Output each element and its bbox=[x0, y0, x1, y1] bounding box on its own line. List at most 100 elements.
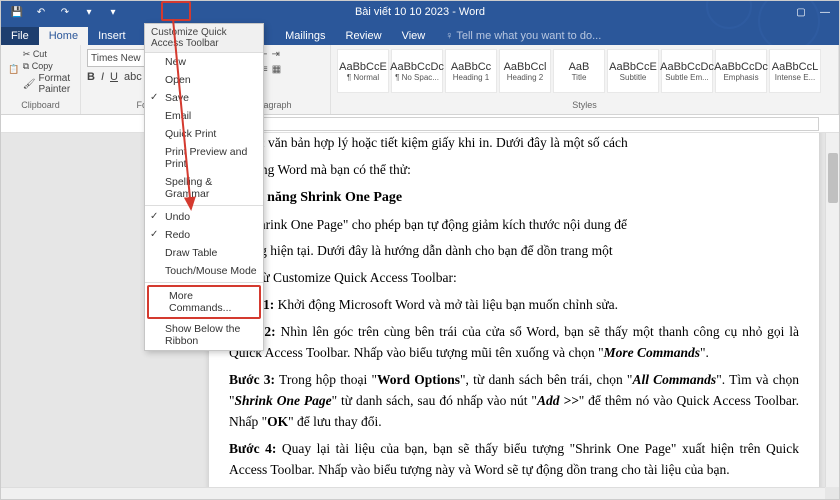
indent-button[interactable]: ⇥ bbox=[271, 49, 279, 60]
menu-item-save[interactable]: Save bbox=[145, 89, 263, 107]
doc-text: Trong hộp thoại " bbox=[275, 372, 377, 387]
doc-bold: OK bbox=[267, 414, 288, 429]
tell-me-box[interactable]: ♀ Tell me what you want to do... bbox=[435, 27, 611, 45]
doc-emph: Add >> bbox=[537, 393, 579, 408]
group-styles-label: Styles bbox=[337, 98, 832, 110]
style-heading-1[interactable]: AaBbCcHeading 1 bbox=[445, 49, 497, 93]
qat-customize-icon[interactable]: ▾ bbox=[103, 3, 123, 21]
tab-view[interactable]: View bbox=[392, 27, 436, 45]
menu-separator bbox=[145, 205, 263, 206]
style-name: Intense E... bbox=[775, 73, 815, 82]
redo-icon[interactable]: ↷ bbox=[55, 3, 75, 21]
horizontal-scrollbar[interactable] bbox=[1, 487, 825, 499]
doc-text: Quay lại tài liệu của bạn, bạn sẽ thấy b… bbox=[229, 441, 799, 477]
step-label: Bước 4: bbox=[229, 441, 276, 456]
bold-button[interactable]: B bbox=[87, 71, 95, 83]
annotation-box-1 bbox=[161, 1, 191, 21]
step-label: Bước 3: bbox=[229, 372, 275, 387]
qat-caret-icon[interactable]: ▾ bbox=[79, 3, 99, 21]
window-title: Bài viết 10 10 2023 - Word bbox=[1, 6, 839, 18]
save-icon[interactable]: 💾 bbox=[7, 3, 27, 21]
style-intense-e-[interactable]: AaBbCcLIntense E... bbox=[769, 49, 821, 93]
menu-item-quick-print[interactable]: Quick Print bbox=[145, 125, 263, 143]
style--no-spac-[interactable]: AaBbCcDc¶ No Spac... bbox=[391, 49, 443, 93]
qat-customize-menu: Customize Quick Access Toolbar NewOpenSa… bbox=[144, 23, 264, 351]
undo-icon[interactable]: ↶ bbox=[31, 3, 51, 21]
scrollbar-thumb[interactable] bbox=[828, 153, 838, 203]
style-preview: AaBbCcE bbox=[339, 61, 387, 73]
style-title[interactable]: AaBTitle bbox=[553, 49, 605, 93]
horizontal-ruler[interactable] bbox=[211, 117, 819, 131]
doc-text: Khởi động Microsoft Word và mở tài liệu … bbox=[274, 297, 618, 312]
style--normal[interactable]: AaBbCcE¶ Normal bbox=[337, 49, 389, 93]
style-preview: AaBbCcDc bbox=[660, 61, 714, 73]
style-name: Subtitle bbox=[620, 73, 647, 82]
tab-insert[interactable]: Insert bbox=[88, 27, 136, 45]
doc-emph: More Commands bbox=[604, 345, 700, 360]
ruler-area bbox=[1, 115, 839, 133]
menu-item-undo[interactable]: Undo bbox=[145, 208, 263, 226]
style-preview: AaBbCcDc bbox=[390, 61, 444, 73]
tab-home[interactable]: Home bbox=[39, 27, 88, 45]
style-heading-2[interactable]: AaBbCclHeading 2 bbox=[499, 49, 551, 93]
menu-item-new[interactable]: New bbox=[145, 53, 263, 71]
style-name: Heading 1 bbox=[453, 73, 489, 82]
tab-review[interactable]: Review bbox=[336, 27, 392, 45]
menu-item-email[interactable]: Email bbox=[145, 107, 263, 125]
strike-button[interactable]: abc bbox=[124, 71, 142, 83]
app-window: 💾 ↶ ↷ ▾ ▾ Bài viết 10 10 2023 - Word ▢ —… bbox=[0, 0, 840, 500]
cut-label: Cut bbox=[33, 49, 47, 59]
menu-item-redo[interactable]: Redo bbox=[145, 226, 263, 244]
style-emphasis[interactable]: AaBbCcDcEmphasis bbox=[715, 49, 767, 93]
doc-heading: g tính năng Shrink One Page bbox=[229, 187, 799, 209]
menu-item-spelling-grammar[interactable]: Spelling & Grammar bbox=[145, 173, 263, 203]
dropdown-title: Customize Quick Access Toolbar bbox=[145, 24, 263, 53]
style-name: Title bbox=[572, 73, 587, 82]
menu-item-open[interactable]: Open bbox=[145, 71, 263, 89]
document-area: bố cục văn bản hợp lý hoặc tiết kiệm giấ… bbox=[1, 133, 839, 499]
document-page[interactable]: bố cục văn bản hợp lý hoặc tiết kiệm giấ… bbox=[209, 133, 819, 499]
copy-label: Copy bbox=[32, 61, 53, 71]
style-subtle-em-[interactable]: AaBbCcDcSubtle Em... bbox=[661, 49, 713, 93]
doc-text: ". bbox=[700, 345, 709, 360]
ribbon-options-icon[interactable]: ▢ bbox=[791, 3, 811, 21]
menu-item-draw-table[interactable]: Draw Table bbox=[145, 244, 263, 262]
underline-button[interactable]: U bbox=[110, 71, 118, 83]
group-styles: AaBbCcE¶ NormalAaBbCcDc¶ No Spac...AaBbC… bbox=[331, 45, 839, 114]
style-name: ¶ Normal bbox=[347, 73, 379, 82]
format-painter-button[interactable]: 🖌 Format Painter bbox=[23, 73, 74, 95]
doc-text: Nhìn lên góc trên cùng bên trái của cửa … bbox=[229, 324, 799, 360]
format-painter-label: Format Painter bbox=[38, 73, 74, 95]
minimize-icon[interactable]: — bbox=[815, 3, 835, 21]
style-preview: AaBbCcDc bbox=[714, 61, 768, 73]
doc-text: " để lưu thay đổi. bbox=[288, 414, 381, 429]
style-preview: AaB bbox=[569, 61, 590, 73]
style-preview: AaBbCcl bbox=[504, 61, 547, 73]
menu-item-touch-mouse-mode[interactable]: Touch/Mouse Mode bbox=[145, 262, 263, 280]
doc-line: ng "Shrink One Page" cho phép bạn tự độn… bbox=[229, 217, 627, 232]
cut-button[interactable]: ✂ Cut bbox=[23, 49, 74, 60]
menu-item-print-preview-and-print[interactable]: Print Preview and Print bbox=[145, 143, 263, 173]
menu-item-show-below-the-ribbon[interactable]: Show Below the Ribbon bbox=[145, 320, 263, 350]
style-name: Heading 2 bbox=[507, 73, 543, 82]
menu-separator bbox=[145, 282, 263, 283]
style-name: ¶ No Spac... bbox=[395, 73, 439, 82]
tell-me-text: Tell me what you want to do... bbox=[456, 30, 601, 42]
shading-button[interactable]: ▦ bbox=[272, 64, 281, 75]
italic-button[interactable]: I bbox=[101, 71, 104, 83]
doc-text: ", từ danh sách bên trái, chọn " bbox=[460, 372, 632, 387]
copy-button[interactable]: ⧉ Copy bbox=[23, 61, 74, 72]
vertical-scrollbar[interactable] bbox=[825, 133, 839, 487]
ribbon-tab-strip: File Home Insert Design Layout Reference… bbox=[1, 23, 839, 45]
style-preview: AaBbCcE bbox=[609, 61, 657, 73]
doc-bold: Word Options bbox=[377, 372, 460, 387]
doc-emph: All Commands bbox=[632, 372, 716, 387]
tab-file[interactable]: File bbox=[1, 27, 39, 45]
style-name: Emphasis bbox=[723, 73, 758, 82]
style-subtitle[interactable]: AaBbCcESubtitle bbox=[607, 49, 659, 93]
doc-line: bố cục văn bản hợp lý hoặc tiết kiệm giấ… bbox=[229, 135, 628, 150]
group-clipboard: 📋Paste ✂ Cut ⧉ Copy 🖌 Format Painter Cli… bbox=[1, 45, 81, 114]
paste-button[interactable]: 📋Paste bbox=[7, 49, 21, 89]
menu-item-more-commands[interactable]: More Commands... bbox=[147, 285, 261, 319]
doc-text: " từ danh sách, sau đó nhấp vào nút " bbox=[332, 393, 537, 408]
